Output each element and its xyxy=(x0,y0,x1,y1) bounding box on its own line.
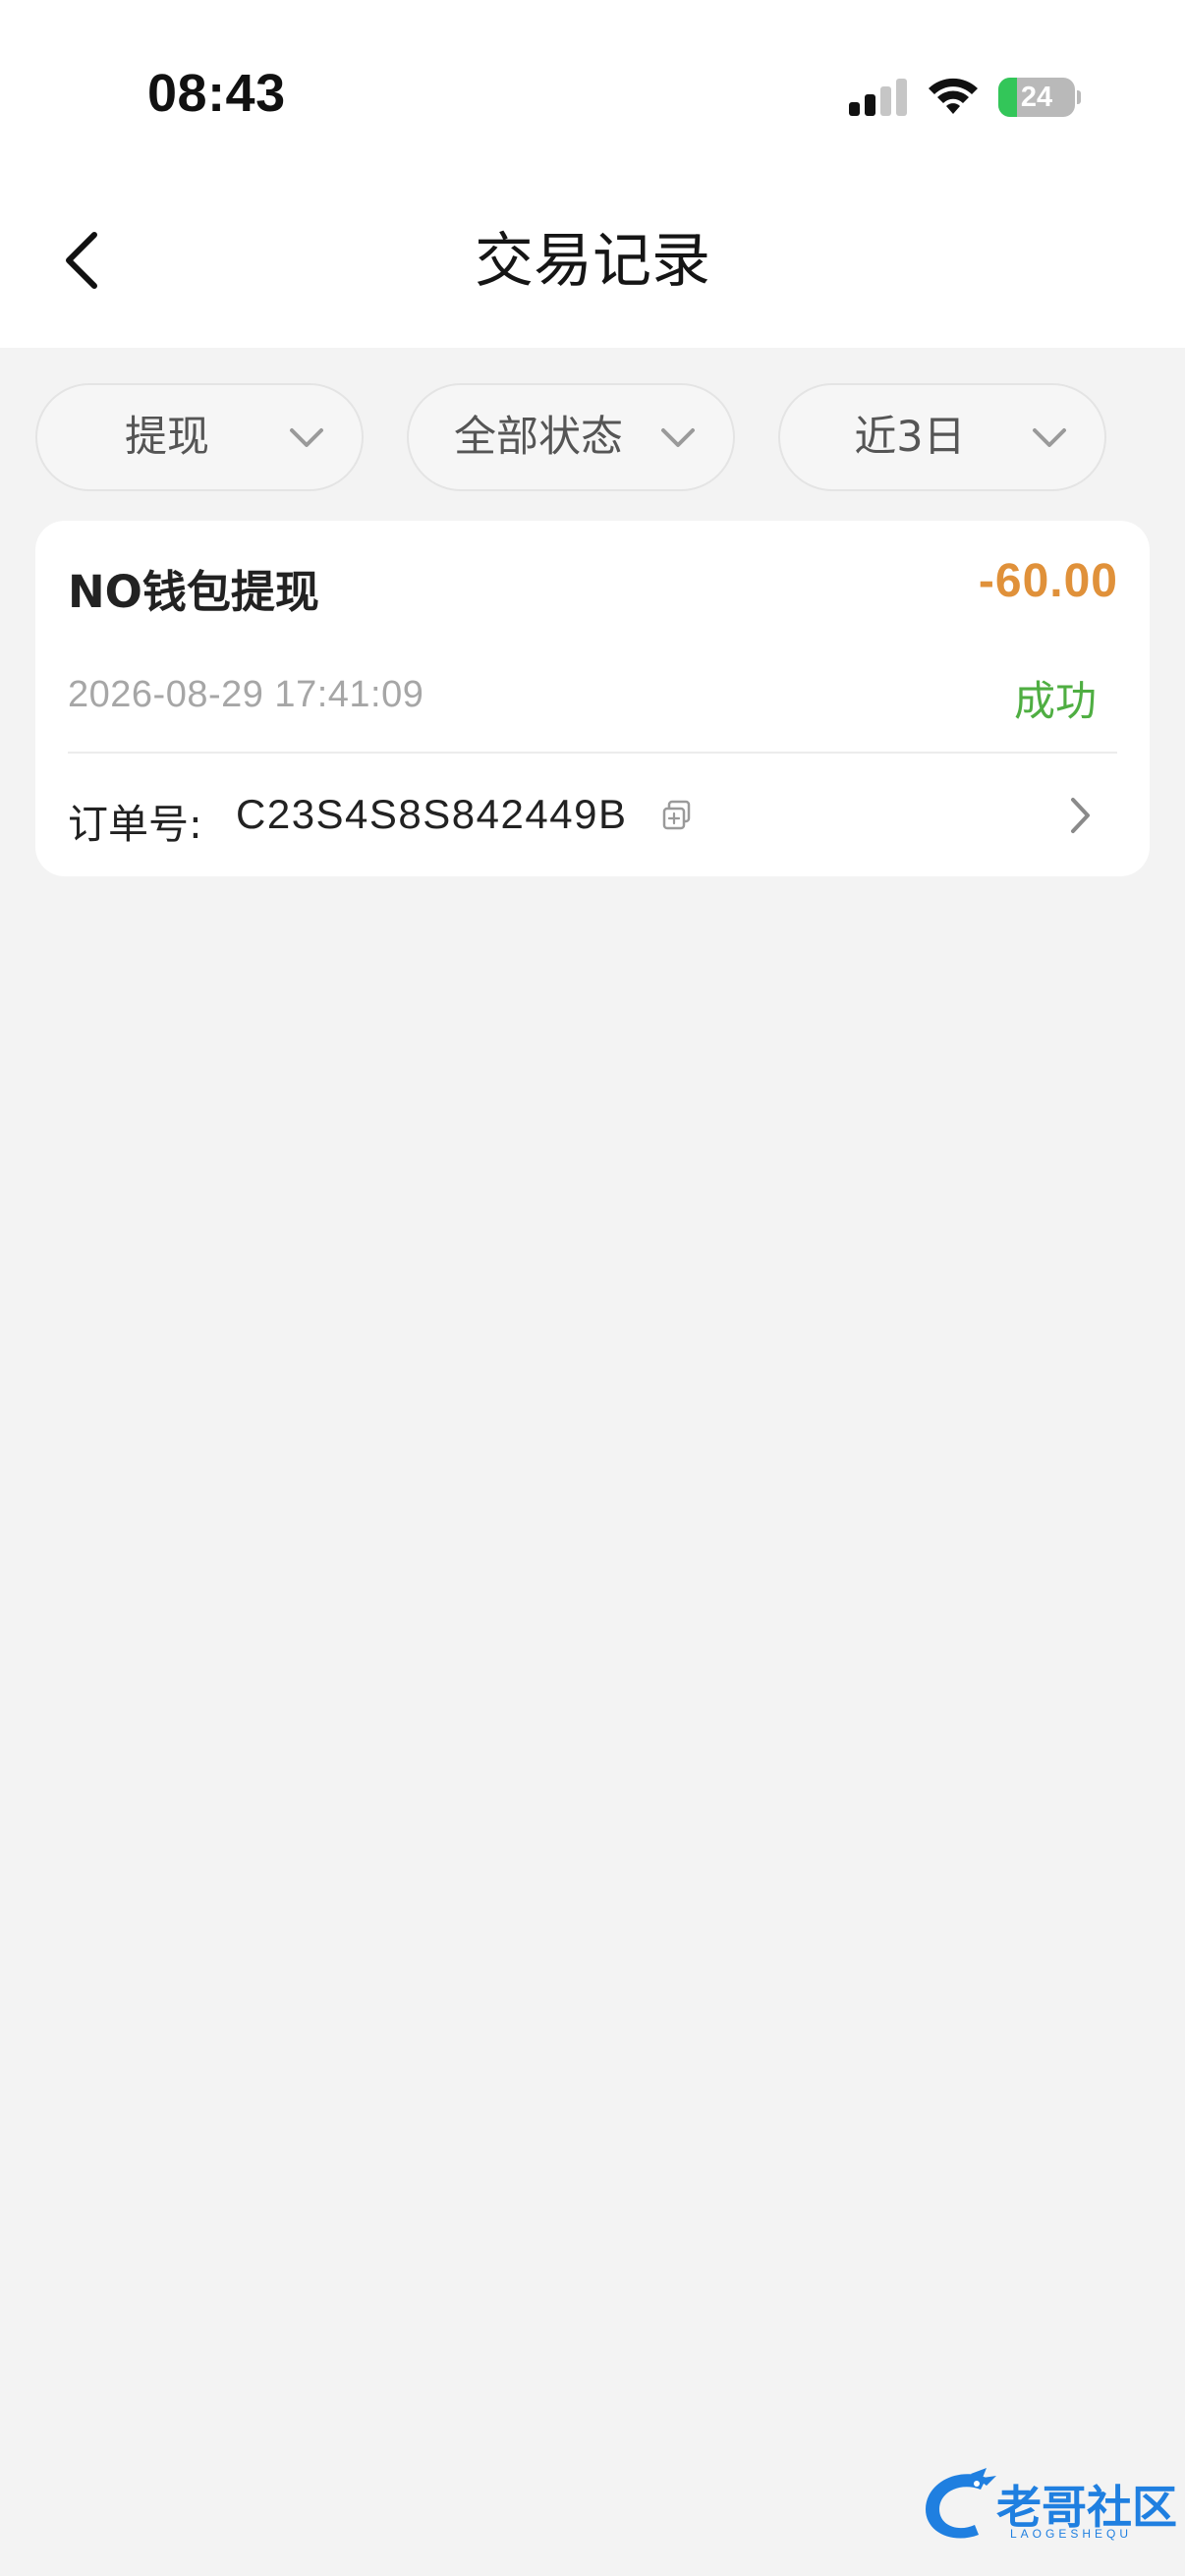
signal-bar xyxy=(880,86,891,116)
filter-type-dropdown[interactable]: 提现 xyxy=(35,383,364,491)
status-bar: 08:43 24 xyxy=(0,0,1185,187)
chevron-down-icon xyxy=(290,428,323,447)
transaction-datetime: 2026-08-29 17:41:09 xyxy=(68,674,424,715)
signal-bar xyxy=(896,79,907,116)
navigation-header: 交易记录 xyxy=(0,187,1185,348)
transaction-card[interactable]: NO钱包提现 -60.00 2026-08-29 17:41:09 成功 订单号… xyxy=(35,521,1150,876)
watermark-subtext: LAOGESHEQU xyxy=(1010,2527,1133,2541)
signal-icon xyxy=(849,79,908,116)
filter-status-dropdown[interactable]: 全部状态 xyxy=(407,383,735,491)
wifi-icon xyxy=(929,78,978,114)
battery-tip xyxy=(1077,90,1081,104)
chevron-right-icon xyxy=(1071,798,1090,833)
transaction-amount: -60.00 xyxy=(978,555,1118,607)
order-detail-row[interactable]: 订单号: C23S4S8S842449B xyxy=(35,754,1150,876)
copy-icon[interactable] xyxy=(660,799,694,832)
watermark-logo: 老哥社区 LAOGESHEQU xyxy=(918,2464,1177,2547)
chevron-down-icon xyxy=(1033,428,1066,447)
order-number: C23S4S8S842449B xyxy=(236,791,628,837)
battery-body: 24 xyxy=(998,78,1075,117)
filter-bar: 提现 全部状态 近3日 xyxy=(0,383,1185,493)
filter-type-label: 提现 xyxy=(125,413,209,462)
order-number-label: 订单号: xyxy=(68,801,202,848)
status-badge: 成功 xyxy=(1013,677,1097,725)
signal-bar xyxy=(865,94,875,116)
transaction-title: NO钱包提现 xyxy=(68,566,319,618)
battery-charging-icon: 24 xyxy=(998,78,1081,117)
status-time: 08:43 xyxy=(147,64,286,123)
filter-status-label: 全部状态 xyxy=(454,413,623,462)
filter-date-label: 近3日 xyxy=(854,413,966,462)
dragon-logo-icon xyxy=(926,2468,996,2539)
page-title: 交易记录 xyxy=(475,227,710,296)
signal-bar xyxy=(849,102,860,116)
chevron-down-icon xyxy=(661,428,695,447)
battery-level: 24 xyxy=(1020,82,1053,113)
filter-date-dropdown[interactable]: 近3日 xyxy=(778,383,1106,491)
